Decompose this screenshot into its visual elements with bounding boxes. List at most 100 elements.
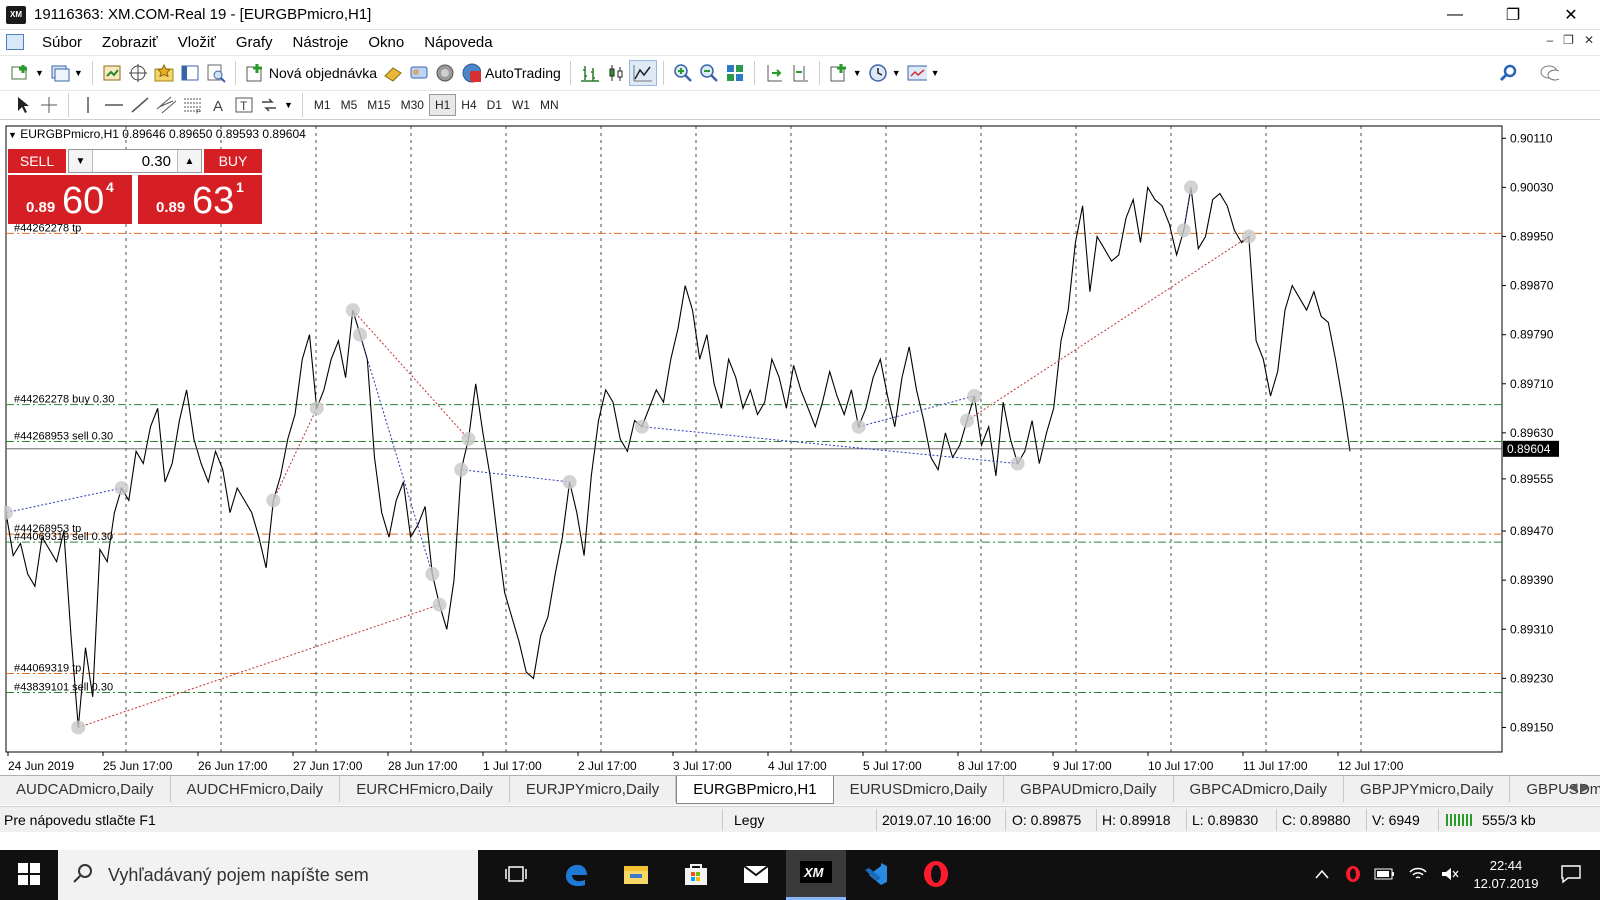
mdi-close-button[interactable]: ✕ <box>1584 33 1594 47</box>
trade-exit-marker[interactable] <box>461 432 476 446</box>
close-button[interactable]: ✕ <box>1542 0 1600 30</box>
timeframe-d1[interactable]: D1 <box>482 94 507 116</box>
document-icon[interactable] <box>6 34 24 50</box>
market-button[interactable] <box>432 60 458 86</box>
bar-chart-button[interactable] <box>577 60 603 86</box>
vertical-line-button[interactable] <box>75 92 101 118</box>
tile-windows-button[interactable] <box>722 60 748 86</box>
trade-entry-marker[interactable] <box>851 419 866 434</box>
trade-exit-marker[interactable] <box>432 597 447 612</box>
zoom-out-button[interactable] <box>696 60 722 86</box>
timeframe-m15[interactable]: M15 <box>362 94 395 116</box>
chart-shift-button[interactable] <box>787 60 813 86</box>
buy-button[interactable]: BUY <box>204 149 262 173</box>
templates-button[interactable]: ▼ <box>904 60 943 86</box>
taskbar-search-box[interactable]: Vyhľadávaný pojem napíšte sem <box>58 850 478 900</box>
vscode-taskbar-button[interactable] <box>846 850 906 900</box>
menu-view[interactable]: Zobraziť <box>92 34 168 51</box>
search-button[interactable] <box>1496 60 1522 86</box>
trade-exit-marker[interactable] <box>562 474 577 489</box>
trade-exit-marker[interactable] <box>114 481 129 496</box>
expert-advisors-button[interactable] <box>380 60 406 86</box>
crosshair-button[interactable] <box>36 92 62 118</box>
tab-eurgbp-h1[interactable]: EURGBPmicro,H1 <box>676 776 834 804</box>
sell-button[interactable]: SELL <box>8 149 66 173</box>
arrows-button[interactable]: ▼ <box>257 92 296 118</box>
trendline-button[interactable] <box>127 92 153 118</box>
terminal-button[interactable] <box>177 60 203 86</box>
wifi-icon[interactable] <box>1402 866 1434 885</box>
notifications-icon[interactable] <box>1546 864 1600 887</box>
buy-price-button[interactable]: 0.89 63 1 <box>138 175 262 224</box>
store-taskbar-button[interactable] <box>666 850 726 900</box>
trade-entry-marker[interactable] <box>71 720 86 735</box>
fibonacci-button[interactable]: F <box>179 92 205 118</box>
taskbar-clock[interactable]: 22:44 12.07.2019 <box>1466 857 1546 893</box>
autotrading-button[interactable]: AutoTrading <box>458 60 564 86</box>
trade-exit-marker[interactable] <box>967 389 982 404</box>
navigator-button[interactable] <box>151 60 177 86</box>
minimize-button[interactable]: — <box>1426 0 1484 30</box>
trade-entry-marker[interactable] <box>454 462 469 477</box>
volume-decrease-button[interactable]: ▼ <box>69 150 93 172</box>
equidistant-channel-button[interactable] <box>153 92 179 118</box>
timeframe-m30[interactable]: M30 <box>396 94 429 116</box>
cursor-button[interactable] <box>10 92 36 118</box>
xm-taskbar-button[interactable]: XM <box>786 850 846 900</box>
mdi-minimize-button[interactable]: – <box>1546 33 1553 47</box>
timeframe-h1[interactable]: H1 <box>428 94 457 116</box>
candlestick-button[interactable] <box>603 60 629 86</box>
edge-taskbar-button[interactable] <box>546 850 606 900</box>
tab-eurchf[interactable]: EURCHFmicro,Daily <box>340 776 510 802</box>
menu-charts[interactable]: Grafy <box>226 34 283 51</box>
mail-taskbar-button[interactable] <box>726 850 786 900</box>
strategy-tester-button[interactable] <box>203 60 229 86</box>
connection-bars-icon[interactable] <box>1446 810 1476 831</box>
status-profile[interactable]: Legy <box>734 812 764 828</box>
auto-scroll-button[interactable] <box>761 60 787 86</box>
trade-exit-marker[interactable] <box>1010 456 1025 471</box>
menu-file[interactable]: Súbor <box>32 34 92 51</box>
trade-exit-marker[interactable] <box>1184 180 1199 195</box>
tab-eurjpy[interactable]: EURJPYmicro,Daily <box>510 776 677 802</box>
timeframe-w1[interactable]: W1 <box>507 94 535 116</box>
text-label-button[interactable]: T <box>231 92 257 118</box>
periods-button[interactable]: ▼ <box>865 60 904 86</box>
tab-audcad[interactable]: AUDCADmicro,Daily <box>0 776 171 802</box>
new-order-button[interactable]: Nová objednávka <box>242 60 380 86</box>
trade-exit-marker[interactable] <box>1241 229 1256 244</box>
task-view-button[interactable] <box>486 850 546 900</box>
trade-entry-marker[interactable] <box>425 567 440 582</box>
maximize-button[interactable]: ❐ <box>1484 0 1542 30</box>
volume-field[interactable]: ▼ 0.30 ▲ <box>68 149 202 173</box>
horizontal-line-button[interactable] <box>101 92 127 118</box>
menu-window[interactable]: Okno <box>358 34 414 51</box>
sell-price-button[interactable]: 0.89 60 4 <box>8 175 132 224</box>
tab-gbpaud[interactable]: GBPAUDmicro,Daily <box>1004 776 1174 802</box>
timeframe-m1[interactable]: M1 <box>309 94 336 116</box>
trade-entry-marker[interactable] <box>266 493 281 508</box>
trade-exit-marker[interactable] <box>309 401 324 416</box>
line-chart-button[interactable] <box>628 59 657 86</box>
trade-entry-marker[interactable] <box>1176 223 1191 238</box>
trade-entry-marker[interactable] <box>634 419 649 434</box>
volume-muted-icon[interactable] <box>1434 866 1466 885</box>
zoom-in-button[interactable] <box>670 60 696 86</box>
trade-exit-marker[interactable] <box>353 327 368 342</box>
menu-insert[interactable]: Vložiť <box>168 34 226 51</box>
timeframe-mn[interactable]: MN <box>535 94 564 116</box>
start-button[interactable] <box>0 850 58 900</box>
mdi-restore-button[interactable]: ❐ <box>1563 33 1574 47</box>
tab-audchf[interactable]: AUDCHFmicro,Daily <box>171 776 341 802</box>
indicators-button[interactable]: ▼ <box>826 60 865 86</box>
trade-entry-marker[interactable] <box>345 303 360 318</box>
tab-gbpcad[interactable]: GBPCADmicro,Daily <box>1174 776 1345 802</box>
volume-increase-button[interactable]: ▲ <box>177 150 201 172</box>
signals-button[interactable] <box>406 60 432 86</box>
timeframe-h4[interactable]: H4 <box>456 94 481 116</box>
timeframe-m5[interactable]: M5 <box>336 94 363 116</box>
tab-eurusd[interactable]: EURUSDmicro,Daily <box>834 776 1005 802</box>
data-window-button[interactable] <box>125 60 151 86</box>
market-watch-button[interactable] <box>99 60 125 86</box>
tab-scroll-arrows-icon[interactable]: ◀ ▶ <box>1568 780 1590 794</box>
